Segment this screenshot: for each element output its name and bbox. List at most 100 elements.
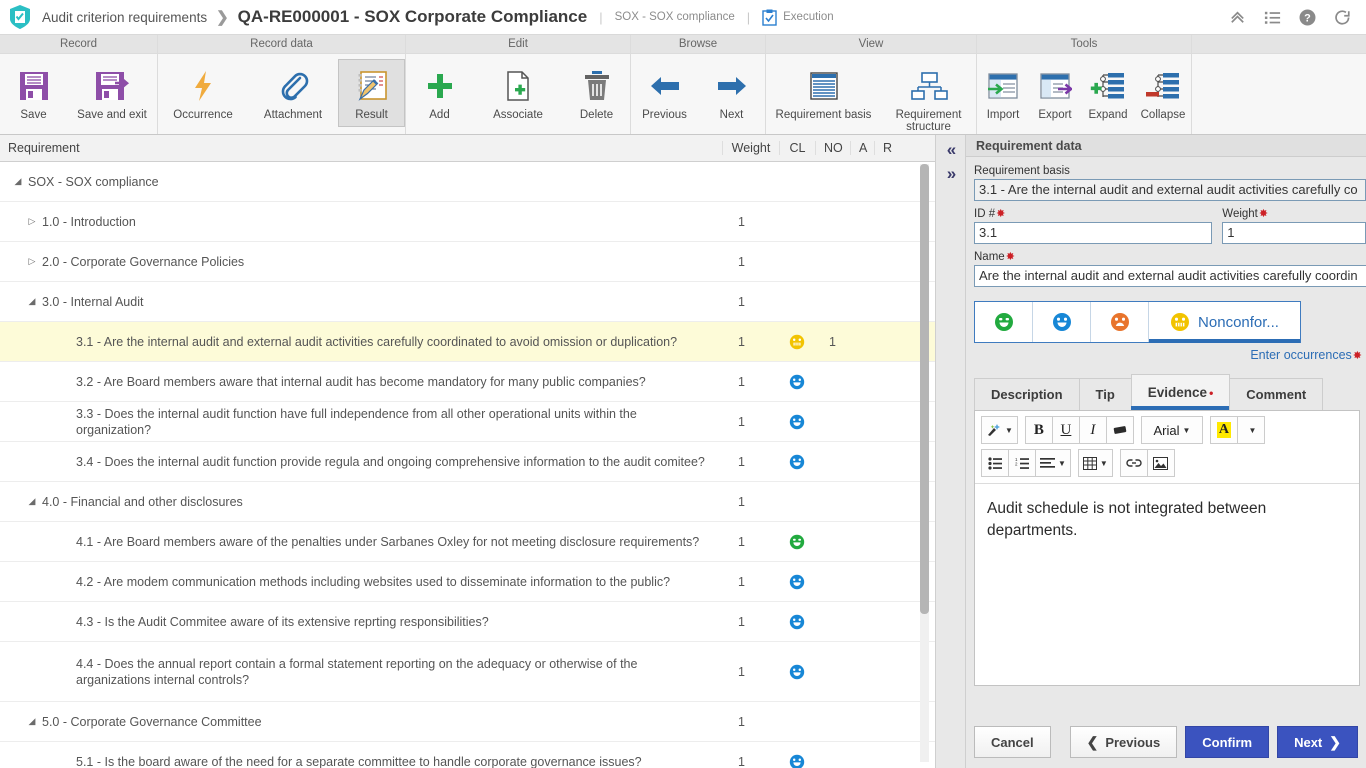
column-header-weight[interactable]: Weight (722, 141, 779, 156)
tab-tip[interactable]: Tip (1078, 378, 1132, 410)
occurrence-button[interactable]: Occurrence (158, 59, 248, 127)
cancel-button[interactable]: Cancel (974, 726, 1051, 758)
table-row[interactable]: 4.4 - Does the annual report contain a f… (0, 642, 935, 703)
table-button[interactable]: ▼ (1077, 449, 1113, 477)
status-option-nonconformity[interactable]: Nonconfor... (1149, 302, 1300, 343)
requirement-text: 3.4 - Does the internal audit function p… (76, 454, 705, 469)
breadcrumb-root[interactable]: Audit criterion requirements (42, 10, 207, 25)
save-button[interactable]: Save (0, 59, 67, 127)
eraser-button[interactable] (1105, 416, 1134, 444)
collapse-button[interactable]: Collapse (1135, 59, 1191, 127)
status-cell (779, 614, 815, 630)
collapse-ribbon-icon[interactable] (1228, 8, 1247, 27)
link-button[interactable] (1119, 449, 1148, 477)
expand-panel-icon[interactable]: » (947, 162, 957, 186)
underline-button[interactable]: U (1051, 416, 1080, 444)
expanded-twisty-icon[interactable]: ◢ (8, 176, 28, 187)
column-header-a[interactable]: A (850, 141, 874, 156)
add-button[interactable]: Add (406, 59, 473, 127)
export-button[interactable]: Export (1029, 59, 1081, 127)
collapse-all-icon[interactable]: « (947, 138, 957, 162)
collapsed-twisty-icon[interactable]: ▷ (22, 216, 42, 227)
breadcrumb-separator-icon: ❯ (216, 9, 229, 26)
help-icon[interactable]: ? (1298, 8, 1317, 27)
table-row[interactable]: ◢ 4.0 - Financial and other disclosures 1 (0, 482, 935, 523)
table-row[interactable]: 3.2 - Are Board members aware that inter… (0, 362, 935, 403)
table-row[interactable]: 3.1 - Are the internal audit and externa… (0, 322, 935, 363)
font-family-select[interactable]: Arial ▼ (1140, 416, 1203, 444)
requirement-cell: 4.2 - Are modem communication methods in… (0, 574, 722, 590)
column-header-no[interactable]: NO (815, 141, 850, 156)
previous-button[interactable]: ❮ Previous (1069, 726, 1178, 758)
table-row[interactable]: 4.3 - Is the Audit Commitee aware of its… (0, 602, 935, 643)
list-icon[interactable] (1263, 8, 1282, 27)
associate-button[interactable]: Associate (473, 59, 563, 127)
bullet-list-button[interactable] (981, 449, 1009, 477)
status-cell (779, 534, 815, 550)
table-row[interactable]: ▷ 1.0 - Introduction 1 (0, 202, 935, 243)
tab-evidence[interactable]: Evidence • (1130, 374, 1231, 410)
text-color-dropdown[interactable]: ▼ (1236, 416, 1265, 444)
requirement-text: 4.1 - Are Board members aware of the pen… (76, 534, 700, 549)
requirement-text: 5.1 - Is the board aware of the need for… (76, 754, 642, 768)
export-icon (1038, 66, 1072, 106)
grid-scrollbar-thumb[interactable] (920, 164, 929, 614)
column-header-cl[interactable]: CL (779, 141, 815, 156)
status-option-noncompliant[interactable] (1091, 302, 1149, 342)
text-color-button[interactable]: A (1209, 416, 1238, 444)
requirement-structure-button[interactable]: Requirement structure (881, 59, 976, 134)
collapsed-twisty-icon[interactable]: ▷ (22, 256, 42, 267)
table-row[interactable]: 3.4 - Does the internal audit function p… (0, 442, 935, 483)
expand-button[interactable]: Expand (1081, 59, 1135, 127)
tab-comment[interactable]: Comment (1229, 378, 1324, 410)
result-icon (355, 66, 389, 106)
table-row[interactable]: ◢ 5.0 - Corporate Governance Committee 1 (0, 702, 935, 743)
refresh-icon[interactable] (1333, 8, 1352, 27)
image-button[interactable] (1146, 449, 1175, 477)
id-input[interactable]: 3.1 (974, 222, 1213, 244)
ribbon-group-edit: Edit Add Associate Delete (406, 35, 631, 134)
smiley-green-icon (789, 534, 805, 550)
format-painter-icon[interactable]: ▼ (981, 416, 1018, 444)
align-button[interactable]: ▼ (1035, 449, 1071, 477)
collapse-label: Collapse (1140, 109, 1186, 121)
grid-scrollbar[interactable] (920, 164, 929, 762)
next-button[interactable]: Next ❯ (1277, 726, 1358, 758)
panel-body: Requirement basis 3.1 - Are the internal… (966, 157, 1366, 716)
weight-cell: 1 (738, 254, 745, 269)
weight-input[interactable]: 1 (1222, 222, 1366, 244)
expanded-twisty-icon[interactable]: ◢ (22, 716, 42, 727)
attachment-button[interactable]: Attachment (248, 59, 338, 127)
result-button[interactable]: Result (338, 59, 405, 127)
status-cell (779, 374, 815, 390)
table-row[interactable]: ◢ SOX - SOX compliance (0, 162, 935, 203)
bold-button[interactable]: B (1024, 416, 1053, 444)
next-button[interactable]: Next (698, 59, 765, 127)
editor-content[interactable]: Audit schedule is not integrated between… (975, 483, 1359, 685)
tab-description[interactable]: Description (974, 378, 1080, 410)
expanded-twisty-icon[interactable]: ◢ (22, 296, 42, 307)
requirement-basis-input[interactable]: 3.1 - Are the internal audit and externa… (974, 179, 1366, 201)
numbered-list-button[interactable]: 12 (1008, 449, 1036, 477)
table-row[interactable]: 4.2 - Are modem communication methods in… (0, 562, 935, 603)
table-row[interactable]: 3.3 - Does the internal audit function h… (0, 402, 935, 443)
save-and-exit-button[interactable]: Save and exit (67, 59, 157, 127)
table-row[interactable]: ◢ 3.0 - Internal Audit 1 (0, 282, 935, 323)
column-header-r[interactable]: R (874, 141, 898, 156)
name-input[interactable]: Are the internal audit and external audi… (974, 265, 1366, 287)
confirm-button[interactable]: Confirm (1185, 726, 1270, 758)
italic-button[interactable]: I (1078, 416, 1107, 444)
column-header-requirement[interactable]: Requirement (0, 141, 722, 155)
import-button[interactable]: Import (977, 59, 1029, 127)
status-option-compliant[interactable] (975, 302, 1033, 342)
requirement-basis-button[interactable]: Requirement basis (766, 59, 881, 127)
table-row[interactable]: 5.1 - Is the board aware of the need for… (0, 742, 935, 768)
table-row[interactable]: 4.1 - Are Board members aware of the pen… (0, 522, 935, 563)
delete-button[interactable]: Delete (563, 59, 630, 127)
expanded-twisty-icon[interactable]: ◢ (22, 496, 42, 507)
status-option-partial[interactable] (1033, 302, 1091, 342)
previous-button[interactable]: Previous (631, 59, 698, 127)
table-row[interactable]: ▷ 2.0 - Corporate Governance Policies 1 (0, 242, 935, 283)
enter-occurrences-link[interactable]: Enter occurrences✸ (974, 348, 1366, 362)
weight-cell: 1 (738, 614, 745, 629)
